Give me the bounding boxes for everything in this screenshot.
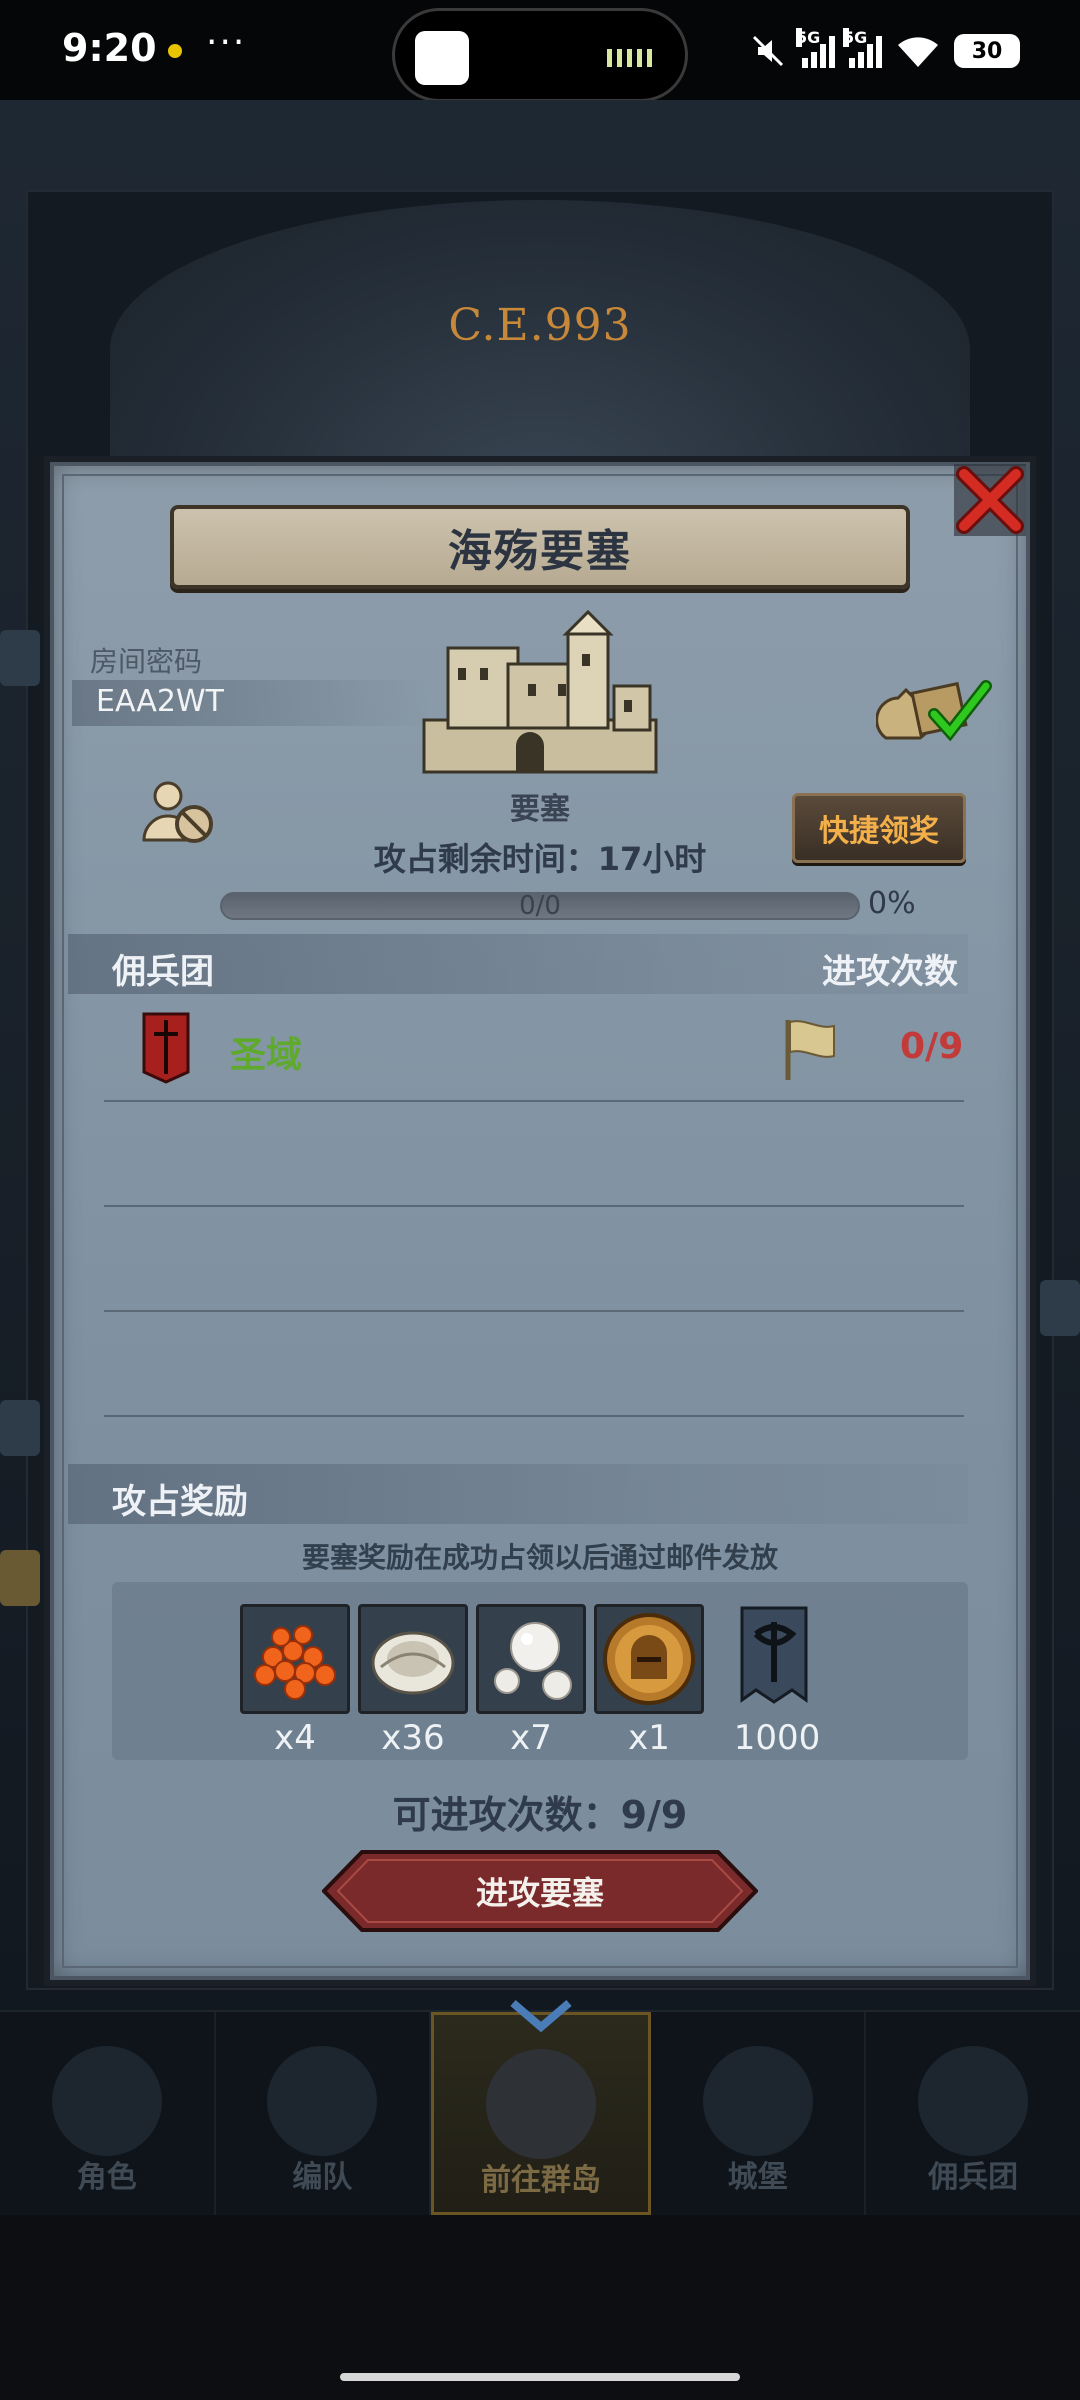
fish-roe-icon xyxy=(254,1625,336,1700)
attack-fortress-button[interactable]: 进攻要塞 xyxy=(321,1850,759,1932)
chevron-down-icon xyxy=(510,1999,572,2033)
row-divider xyxy=(104,1205,964,1207)
remaining-time: 攻占剩余时间：17小时 xyxy=(373,840,707,878)
reward-item-oyster[interactable] xyxy=(358,1604,468,1714)
bottom-nav: 角色 编队 前往群岛 城堡 佣兵团 xyxy=(0,1999,1080,2215)
era-label: C.E.993 xyxy=(448,300,632,351)
room-password-label: 房间密码 xyxy=(90,645,203,678)
island-app-icon xyxy=(415,31,469,85)
nav-item-castle[interactable]: 城堡 xyxy=(651,2012,867,2215)
reward-count: 1000 xyxy=(733,1718,821,1758)
reward-note: 要塞奖励在成功占领以后通过邮件发放 xyxy=(301,1541,778,1574)
nav-label: 城堡 xyxy=(727,2160,788,2195)
guild-emblem-icon xyxy=(142,1012,190,1084)
guild-name[interactable]: 圣域 xyxy=(230,1026,302,1078)
nav-label: 佣兵团 xyxy=(928,2160,1019,2195)
reward-count: x1 xyxy=(628,1718,670,1758)
notification-dot-icon xyxy=(168,44,182,58)
capture-progress-bar: 0/0 xyxy=(220,891,860,921)
wifi-icon xyxy=(898,37,938,67)
status-indicators: 5G 5G 30 xyxy=(748,28,1020,74)
island-activity-icon xyxy=(607,49,655,67)
dialog-title-banner: 海殇要塞 xyxy=(170,505,910,589)
supplies-claimed-icon xyxy=(876,680,992,742)
attack-button-label: 进攻要塞 xyxy=(475,1874,604,1912)
nav-label: 前往群岛 xyxy=(480,2163,601,2198)
nav-item-formation[interactable]: 编队 xyxy=(216,2012,432,2215)
guild-section-title: 佣兵团 xyxy=(112,952,214,992)
row-divider xyxy=(104,1100,964,1102)
nav-label: 角色 xyxy=(76,2160,137,2195)
oyster-icon xyxy=(371,1631,455,1695)
home-indicator[interactable] xyxy=(340,2373,740,2381)
nav-label: 编队 xyxy=(292,2160,353,2195)
mercenary-icon xyxy=(918,2046,1029,2156)
room-code[interactable]: EAA2WT xyxy=(96,684,224,719)
signal-1-icon: 5G xyxy=(796,28,835,68)
row-divider xyxy=(104,1415,964,1417)
progress-percent: 0% xyxy=(868,886,916,921)
side-decoration-icon xyxy=(0,630,40,686)
side-decoration-icon xyxy=(1040,1280,1080,1336)
guild-attack-count: 0/9 xyxy=(900,1026,964,1067)
status-more-icon: ··· xyxy=(206,22,247,63)
row-divider xyxy=(104,1310,964,1312)
side-decoration-icon xyxy=(0,1400,40,1456)
fortress-castle-icon xyxy=(422,609,658,774)
dynamic-island[interactable] xyxy=(392,8,688,102)
progress-text: 0/0 xyxy=(519,891,561,921)
mute-icon xyxy=(752,35,784,67)
castle-icon xyxy=(702,2046,813,2156)
knight-helmet-coin-icon xyxy=(603,1613,695,1705)
guild-banner-icon xyxy=(740,1606,808,1704)
formation-icon xyxy=(267,2046,378,2156)
islands-icon xyxy=(485,2049,596,2159)
signal-2-icon: 5G xyxy=(843,28,882,68)
character-icon xyxy=(51,2046,162,2156)
attack-count-header: 进攻次数 xyxy=(822,952,958,992)
nav-item-mercenary[interactable]: 佣兵团 xyxy=(866,2012,1080,2215)
nav-item-islands[interactable]: 前往群岛 xyxy=(431,1999,651,2215)
reward-item-guild-banner[interactable] xyxy=(722,1604,832,1714)
reward-item-fish-roe[interactable] xyxy=(240,1604,350,1714)
flag-icon xyxy=(785,1020,835,1080)
status-bar: 9:20 ··· 5G 5G 30 xyxy=(0,0,1080,102)
battery-icon: 30 xyxy=(954,34,1020,68)
reward-item-pearl[interactable] xyxy=(476,1604,586,1714)
dialog-title: 海殇要塞 xyxy=(448,526,632,577)
pearl-icon xyxy=(494,1622,572,1700)
reward-section-title: 攻占奖励 xyxy=(112,1482,248,1522)
attacks-available: 可进攻次数：9/9 xyxy=(392,1793,688,1837)
nav-item-character[interactable]: 角色 xyxy=(0,2012,216,2215)
close-icon[interactable] xyxy=(952,462,1028,538)
reward-item-knight-coin[interactable] xyxy=(594,1604,704,1714)
status-time: 9:20 xyxy=(62,26,157,70)
